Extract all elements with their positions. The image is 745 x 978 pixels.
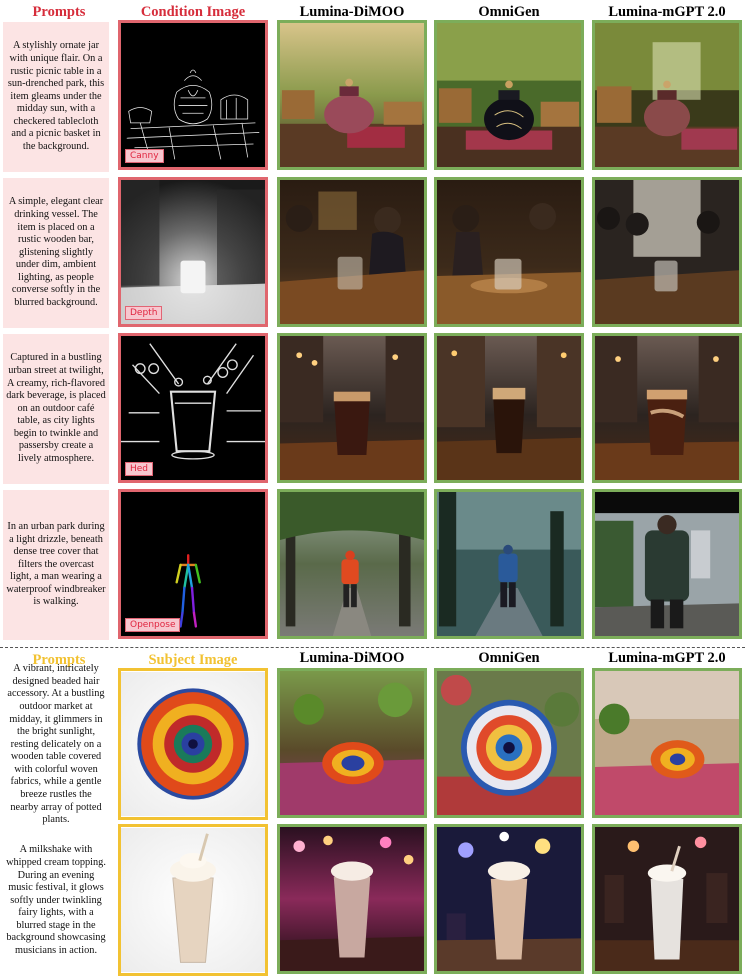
condition-label: Canny <box>125 149 164 163</box>
generated-street-beverage <box>437 336 581 480</box>
generated-image-lumina-dimoo <box>277 177 427 327</box>
generated-image-lumina-dimoo <box>277 333 427 483</box>
generated-image-omnigen <box>434 824 584 974</box>
generated-picnic-jar <box>280 23 424 167</box>
generated-image-omnigen <box>434 489 584 639</box>
generated-market-accessory <box>595 671 739 815</box>
openpose-skeleton <box>175 554 201 628</box>
generated-market-accessory <box>437 671 581 815</box>
condition-image-openpose: Openpose <box>118 489 268 639</box>
model-header-omnigen: OmniGen <box>478 650 540 666</box>
generated-image-lumina-dimoo <box>277 489 427 639</box>
generated-festival-milkshake <box>595 827 739 971</box>
generated-image-lumina-dimoo <box>277 668 427 818</box>
condition-label: Openpose <box>125 618 181 632</box>
model-header-lumina-dimoo: Lumina-DiMOO <box>299 4 405 20</box>
subject-image-header: Subject Image <box>148 652 238 668</box>
model-header-lumina-mgpt: Lumina-mGPT 2.0 <box>608 650 726 666</box>
generated-image-lumina-mgpt <box>592 489 742 639</box>
prompt-text: A simple, elegant clear drinking vessel.… <box>3 178 109 328</box>
generated-festival-milkshake <box>437 827 581 971</box>
generated-street-beverage <box>595 336 739 480</box>
model-header-lumina-dimoo: Lumina-DiMOO <box>299 650 405 666</box>
generated-image-omnigen <box>434 668 584 818</box>
model-header-omnigen: OmniGen <box>478 4 540 20</box>
generated-image-lumina-mgpt <box>592 824 742 974</box>
prompts-header: Prompts <box>32 4 86 20</box>
generated-image-lumina-mgpt <box>592 20 742 170</box>
generated-image-omnigen <box>434 20 584 170</box>
prompt-text: A stylishly ornate jar with unique flair… <box>3 22 109 172</box>
section-divider <box>0 647 745 648</box>
generated-park-walker <box>595 492 739 636</box>
condition-image-hed: Hed <box>118 333 268 483</box>
generated-park-walker <box>437 492 581 636</box>
subject-image <box>118 824 268 976</box>
prompt-text: A vibrant, intricately designed beaded h… <box>7 663 105 826</box>
generated-image-lumina-dimoo <box>277 824 427 974</box>
generated-image-omnigen <box>434 333 584 483</box>
prompt-text: Captured in a bustling urban street at t… <box>3 334 109 484</box>
generated-image-lumina-dimoo <box>277 20 427 170</box>
generated-street-beverage <box>280 336 424 480</box>
generated-bar-glass <box>595 180 739 324</box>
subject-milkshake <box>121 828 265 972</box>
prompt-text: A milkshake with whipped cream topping. … <box>6 844 106 957</box>
generated-image-lumina-mgpt <box>592 177 742 327</box>
condition-image-depth: Depth <box>118 177 268 327</box>
generated-bar-glass <box>280 180 424 324</box>
generated-picnic-jar <box>437 23 581 167</box>
condition-label: Hed <box>125 462 154 476</box>
generated-picnic-jar <box>595 23 739 167</box>
hed-edge-map <box>121 343 265 460</box>
generated-image-lumina-mgpt <box>592 333 742 483</box>
canny-edge-map <box>126 69 260 160</box>
generated-festival-milkshake <box>280 827 424 971</box>
generated-image-lumina-mgpt <box>592 668 742 818</box>
generated-bar-glass <box>437 180 581 324</box>
prompt-text: In an urban park during a light drizzle,… <box>3 490 109 640</box>
condition-image-canny: Canny <box>118 20 268 170</box>
generated-park-walker <box>280 492 424 636</box>
condition-label: Depth <box>125 306 163 320</box>
subject-image <box>118 668 268 820</box>
generated-market-accessory <box>280 671 424 815</box>
model-header-lumina-mgpt: Lumina-mGPT 2.0 <box>608 4 726 20</box>
depth-map <box>121 180 265 324</box>
subject-beaded-accessory <box>121 672 265 816</box>
condition-image-header: Condition Image <box>140 4 246 20</box>
generated-image-omnigen <box>434 177 584 327</box>
